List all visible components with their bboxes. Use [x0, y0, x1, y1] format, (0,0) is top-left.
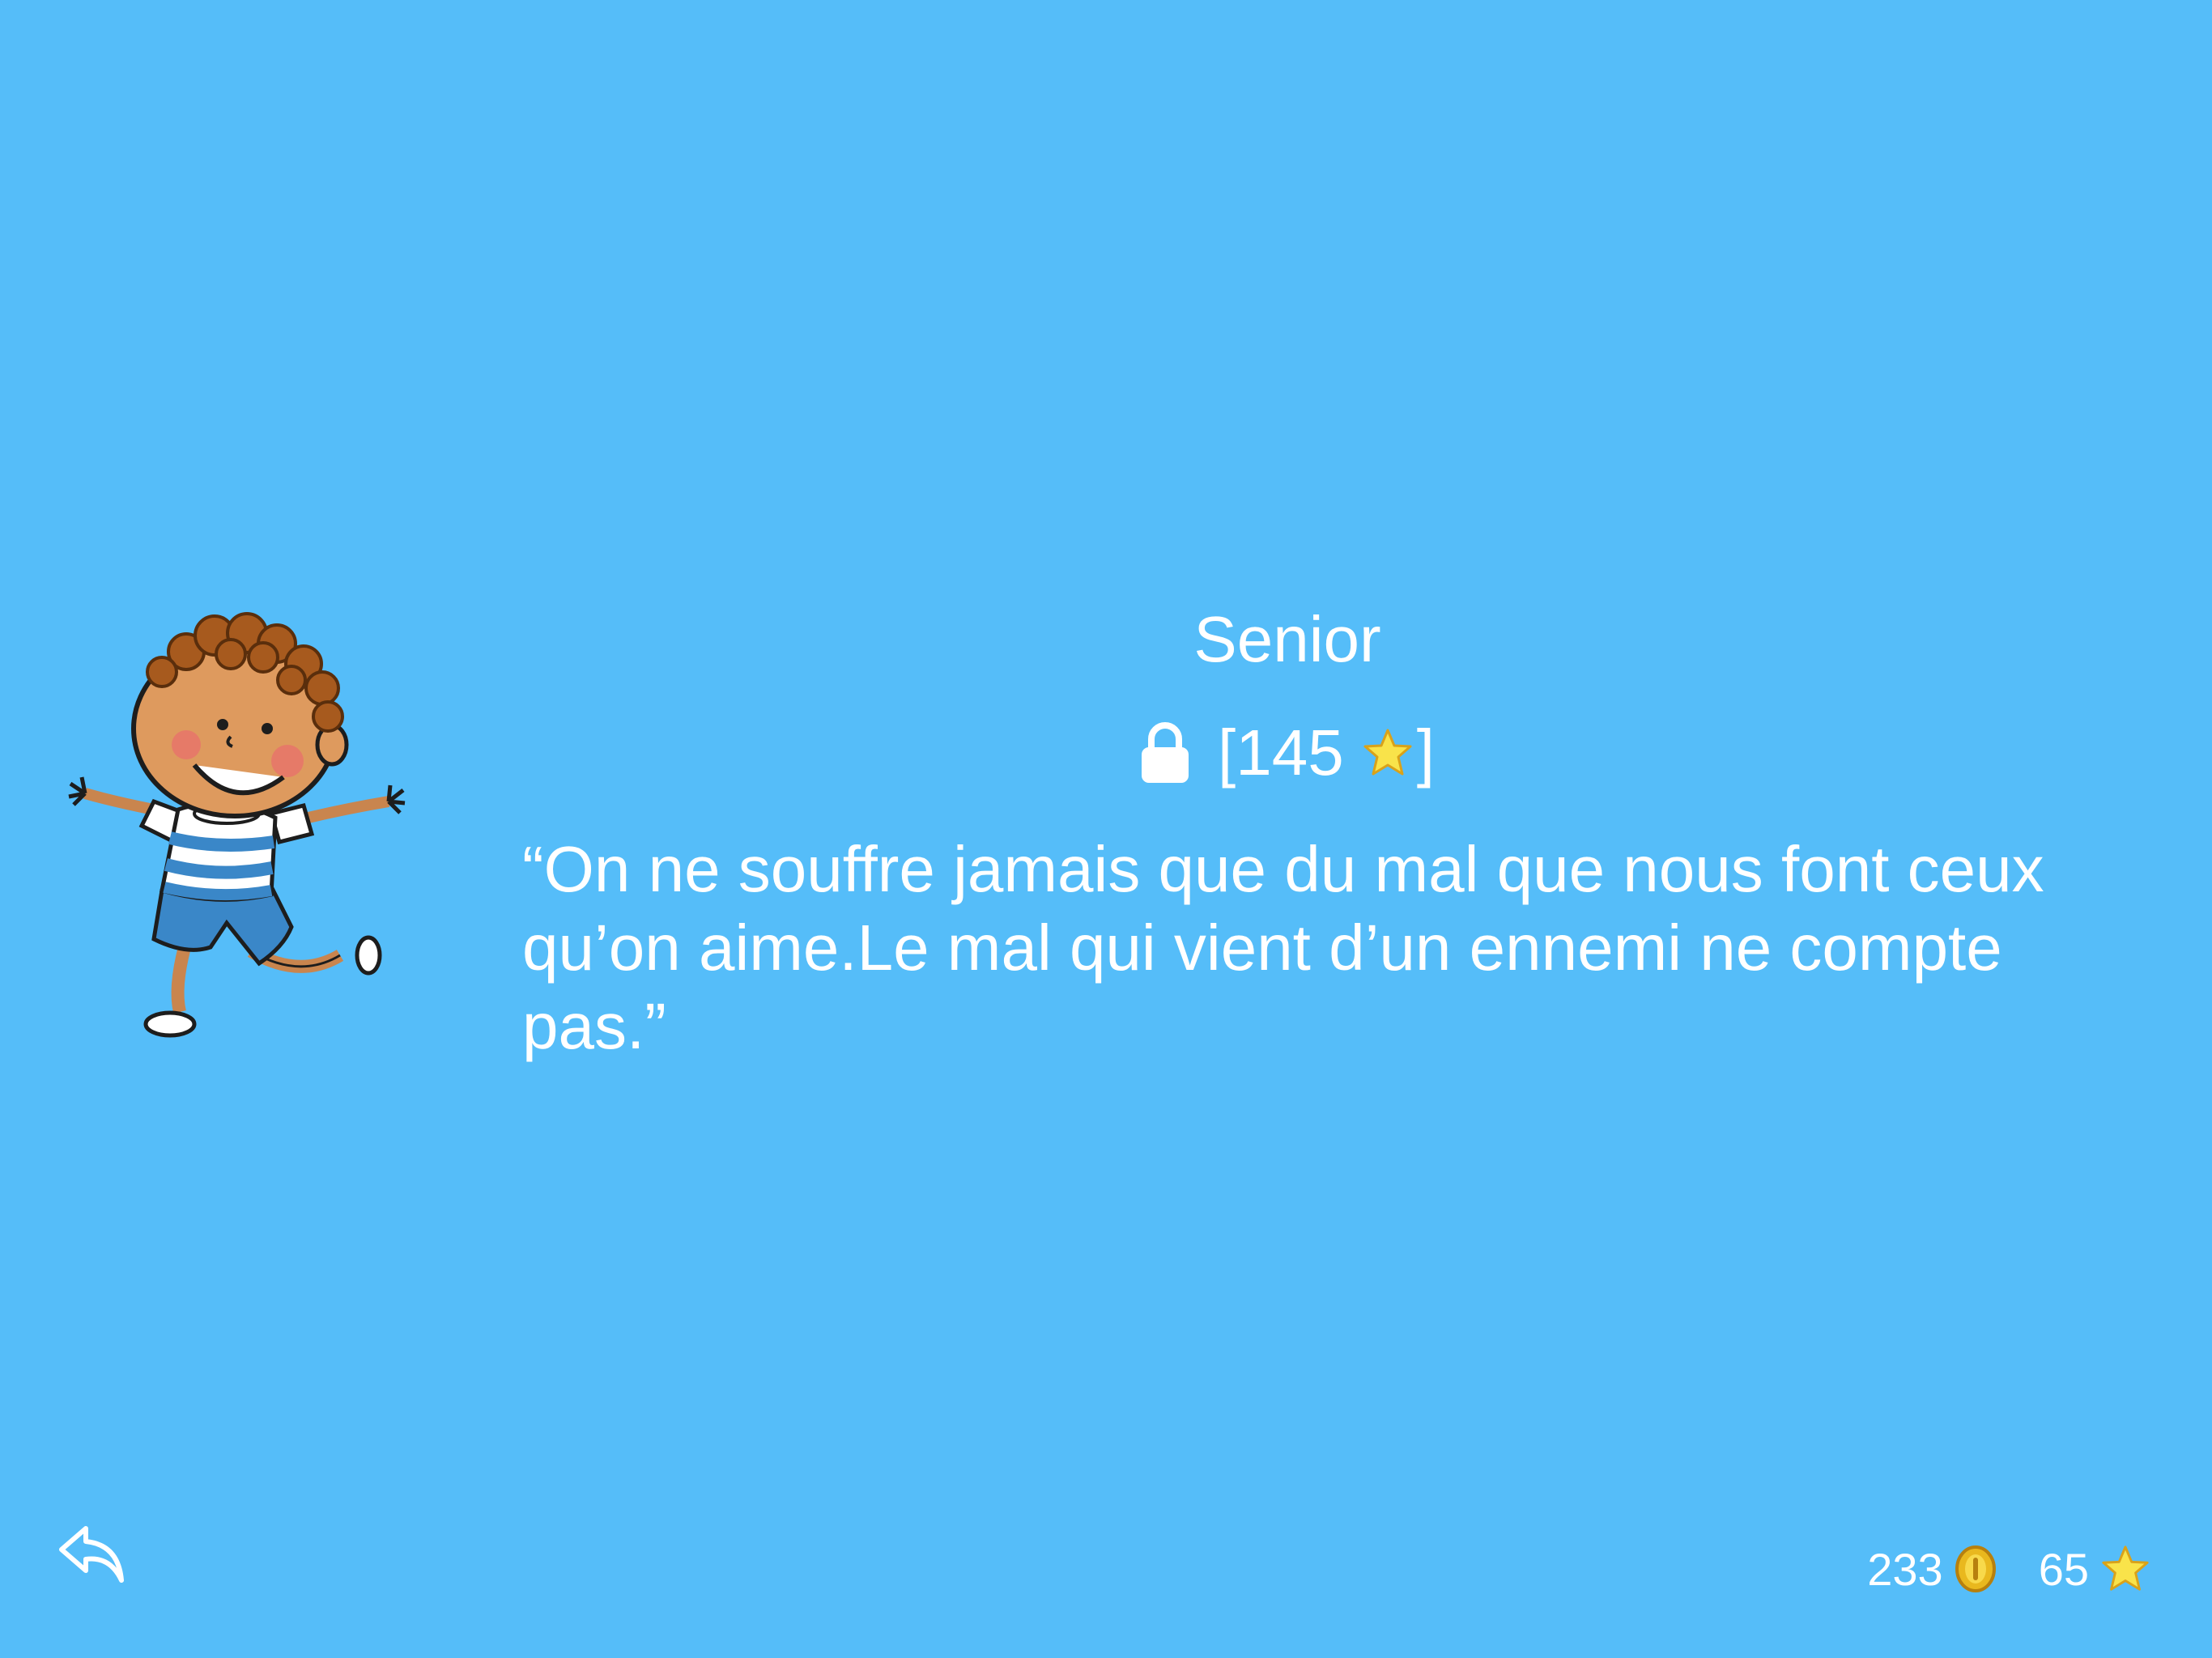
- coin-count: 233: [1867, 1543, 1943, 1595]
- back-arrow-icon: [59, 1526, 124, 1583]
- level-title: Senior: [1193, 603, 1381, 675]
- star-icon: [1363, 729, 1412, 776]
- star-count: 65: [2038, 1543, 2089, 1595]
- unlock-requirement: [ 145 ]: [963, 712, 1611, 793]
- level-quote: “On ne souffre jamais que du mal que nou…: [522, 833, 2044, 1062]
- resource-counters: 233 65: [1867, 1537, 2150, 1601]
- level-screen: Senior [ 145 ] “On ne souffre jamais que…: [0, 0, 2212, 1658]
- back-button[interactable]: [57, 1524, 130, 1588]
- required-stars-count: 145: [1236, 716, 1344, 789]
- star-icon: [2102, 1545, 2149, 1591]
- close-bracket: ]: [1416, 716, 1435, 789]
- open-bracket: [: [1218, 716, 1236, 789]
- coin-icon: [1955, 1545, 1996, 1592]
- boy-character-illustration: [68, 612, 406, 1038]
- lock-icon: [1142, 722, 1189, 783]
